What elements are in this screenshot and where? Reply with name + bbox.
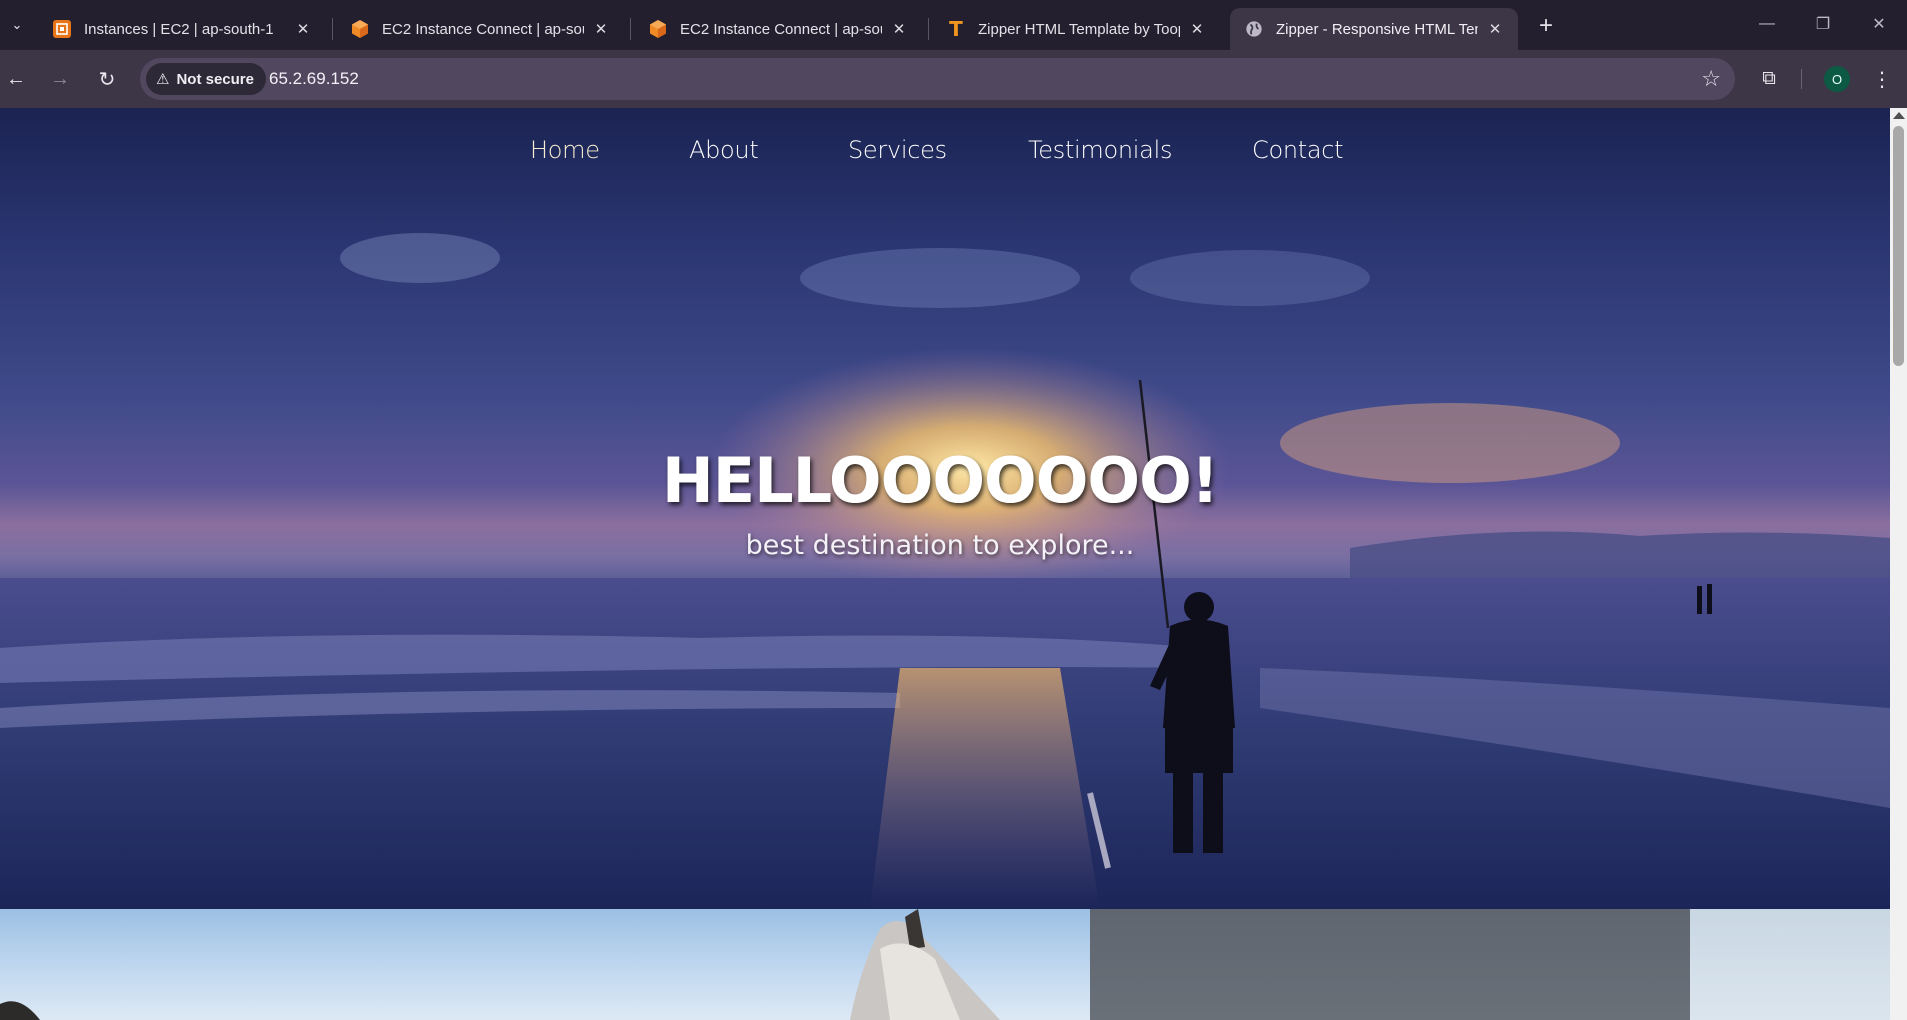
back-button[interactable]: ←	[0, 63, 32, 95]
profile-avatar[interactable]: O	[1824, 66, 1850, 92]
close-icon[interactable]: ✕	[1186, 18, 1208, 40]
security-label: Not secure	[176, 70, 254, 88]
plus-icon: +	[1538, 12, 1553, 39]
tab-separator	[928, 18, 929, 40]
tab-title: EC2 Instance Connect | ap-south-1	[382, 20, 584, 38]
page-scrollbar[interactable]	[1890, 108, 1907, 1020]
close-icon[interactable]: ✕	[888, 18, 910, 40]
close-icon: ✕	[1872, 16, 1886, 33]
close-icon[interactable]: ✕	[292, 18, 314, 40]
browser-toolbar: ← → ↻ ⚠ Not secure 65.2.69.152 ☆ ⧉ O ⋮	[0, 50, 1907, 108]
aws-cube-icon	[350, 19, 370, 39]
nav-about[interactable]: About	[689, 136, 759, 164]
scroll-up-arrow-icon[interactable]	[1893, 112, 1905, 119]
arrow-left-icon: ←	[6, 67, 26, 90]
page-viewport: Home About Services Testimonials Contact…	[0, 108, 1907, 1020]
gallery-image-2[interactable]	[1090, 909, 1690, 1020]
reload-button[interactable]: ↻	[91, 63, 123, 95]
main-nav: Home About Services Testimonials Contact	[0, 136, 1890, 176]
puzzle-icon: ⧉	[1762, 68, 1776, 89]
toolbar-separator	[1801, 69, 1802, 89]
url-text[interactable]: 65.2.69.152	[269, 69, 359, 89]
restore-button[interactable]: ❐	[1796, 8, 1850, 40]
nav-home[interactable]: Home	[530, 136, 600, 164]
tab-ec2-instances[interactable]: Instances | EC2 | ap-south-1 ✕	[38, 8, 326, 50]
arrow-right-icon: →	[50, 67, 70, 90]
tab-title: Instances | EC2 | ap-south-1	[84, 20, 274, 38]
minimize-icon: —	[1759, 15, 1775, 32]
minimize-button[interactable]: —	[1740, 8, 1794, 40]
site-info-chip[interactable]: ⚠ Not secure	[146, 63, 266, 95]
nav-services[interactable]: Services	[848, 136, 947, 164]
chevron-down-icon: ⌄	[11, 17, 23, 32]
hero-section: Home About Services Testimonials Contact…	[0, 108, 1890, 909]
forward-button[interactable]: →	[44, 63, 76, 95]
hero-title: HELLOOOOOOO!	[661, 444, 1219, 517]
tab-ec2-connect-2[interactable]: EC2 Instance Connect | ap-south-1 ✕	[634, 8, 922, 50]
gallery-image-3[interactable]	[1690, 909, 1890, 1020]
close-window-button[interactable]: ✕	[1852, 8, 1906, 40]
tab-search-button[interactable]: ⌄	[4, 12, 30, 38]
nav-testimonials[interactable]: Testimonials	[1028, 136, 1172, 164]
nav-contact[interactable]: Contact	[1252, 136, 1344, 164]
tab-zipper-active[interactable]: Zipper - Responsive HTML Template ✕	[1230, 8, 1518, 50]
globe-icon	[1244, 19, 1264, 39]
scrollbar-thumb[interactable]	[1893, 126, 1904, 366]
gallery-strip	[0, 909, 1890, 1020]
reload-icon: ↻	[98, 68, 116, 91]
gallery-image-horse[interactable]	[0, 909, 1090, 1020]
extensions-button[interactable]: ⧉	[1754, 64, 1784, 94]
horse-image	[0, 909, 1000, 1020]
restore-icon: ❐	[1815, 16, 1831, 33]
kebab-menu-icon[interactable]: ⋮	[1870, 64, 1894, 94]
tab-title: Zipper - Responsive HTML Template	[1276, 20, 1478, 38]
bookmark-star-icon[interactable]: ☆	[1701, 66, 1721, 92]
aws-ec2-icon	[52, 19, 72, 39]
hero-subtitle: best destination to explore...	[745, 530, 1135, 561]
tab-title: EC2 Instance Connect | ap-south-1	[680, 20, 882, 38]
tab-strip: ⌄ Instances | EC2 | ap-south-1 ✕ EC2 Ins…	[0, 0, 1907, 50]
aws-cube-icon	[648, 19, 668, 39]
tooplate-t-icon: T	[949, 17, 963, 41]
close-icon[interactable]: ✕	[1484, 18, 1506, 40]
tab-separator	[332, 18, 333, 40]
tab-separator	[630, 18, 631, 40]
new-tab-button[interactable]: +	[1532, 12, 1560, 40]
close-icon[interactable]: ✕	[590, 18, 612, 40]
tab-ec2-connect-1[interactable]: EC2 Instance Connect | ap-south-1 ✕	[336, 8, 624, 50]
tab-zipper-tooplate[interactable]: T Zipper HTML Template by Tooplate ✕	[932, 8, 1220, 50]
warning-icon: ⚠	[156, 71, 170, 88]
tab-title: Zipper HTML Template by Tooplate	[978, 20, 1180, 38]
address-bar[interactable]: ⚠ Not secure 65.2.69.152 ☆	[140, 58, 1735, 100]
